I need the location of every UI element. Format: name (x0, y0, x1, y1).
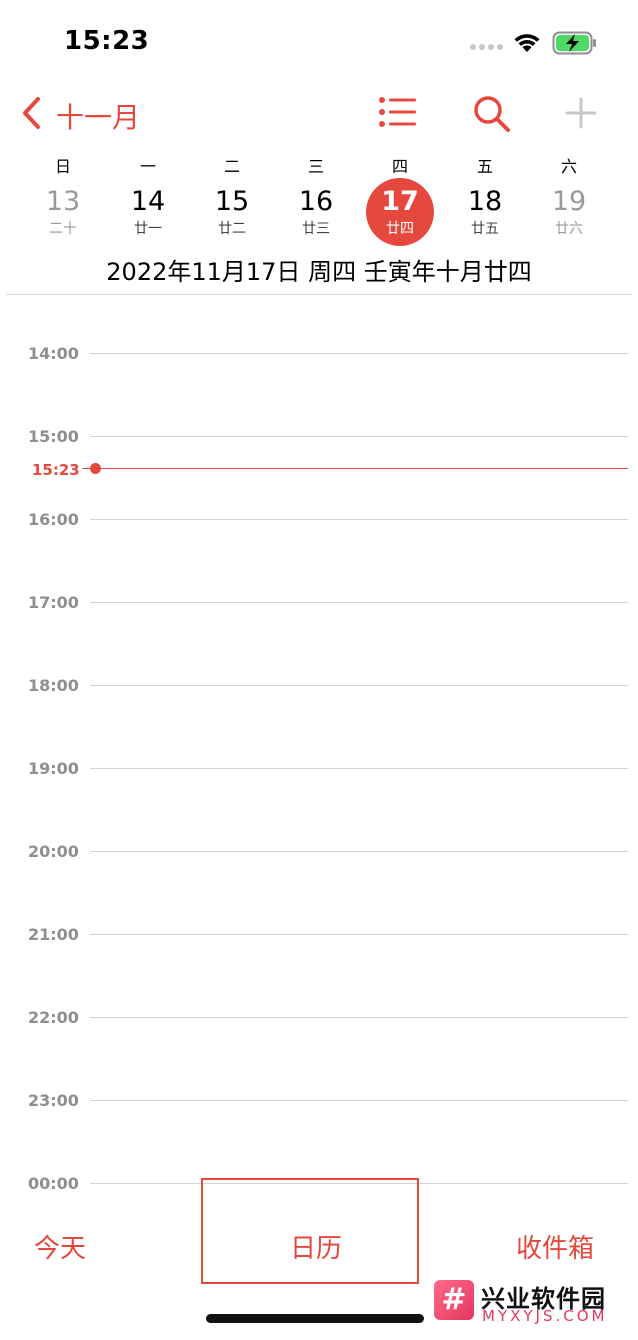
hour-gridline (90, 685, 628, 686)
hour-gridline (90, 519, 628, 520)
lunar-date: 廿六 (555, 221, 583, 237)
lunar-date: 二十 (49, 221, 77, 237)
lunar-date: 廿五 (471, 221, 499, 237)
hour-gridline (90, 1100, 628, 1101)
today-button[interactable]: 今天 (34, 1228, 86, 1265)
current-time-line (96, 468, 628, 469)
hour-label: 22:00 (28, 1008, 79, 1027)
watermark-logo: # (434, 1280, 474, 1320)
day-number: 14 (130, 186, 166, 217)
home-indicator[interactable] (206, 1314, 424, 1323)
hour-gridline (90, 768, 628, 769)
header-divider (6, 294, 632, 295)
weekday-label: 日 (54, 157, 71, 176)
lunar-date: 廿三 (302, 221, 330, 237)
hour-gridline (90, 1017, 628, 1018)
weekday-label: 六 (560, 157, 577, 176)
day-cell-16[interactable]: 16 廿三 (281, 178, 351, 246)
weekday-label: 一 (139, 157, 156, 176)
weekday-label: 四 (391, 157, 408, 176)
day-number: 13 (45, 186, 81, 217)
current-time-dot (90, 463, 101, 474)
hour-label: 00:00 (28, 1174, 79, 1193)
day-cell-14[interactable]: 14 廿一 (113, 178, 183, 246)
hour-gridline (90, 851, 628, 852)
hour-label: 18:00 (28, 676, 79, 695)
search-icon[interactable] (472, 94, 512, 138)
hour-gridline (90, 436, 628, 437)
status-time: 15:23 (64, 26, 150, 56)
hour-label: 16:00 (28, 510, 79, 529)
day-cell-15[interactable]: 15 廿二 (197, 178, 267, 246)
back-chevron-icon[interactable] (20, 96, 44, 134)
battery-charging-icon (552, 31, 598, 59)
lunar-date: 廿二 (218, 221, 246, 237)
current-time-label: 15:23 (32, 461, 80, 479)
hour-label: 21:00 (28, 925, 79, 944)
lunar-date: 廿四 (386, 221, 414, 237)
hour-label: 14:00 (28, 344, 79, 363)
lunar-date: 廿一 (134, 221, 162, 237)
weekday-label: 三 (307, 157, 324, 176)
hour-gridline (90, 353, 628, 354)
day-number: 15 (214, 186, 250, 217)
list-view-icon[interactable] (378, 96, 418, 132)
hour-gridline (90, 934, 628, 935)
day-number: 16 (298, 186, 334, 217)
weekday-label: 二 (223, 157, 240, 176)
full-date-label: 2022年11月17日 周四 壬寅年十月廿四 (106, 258, 532, 286)
day-number: 17 (381, 186, 419, 217)
hour-label: 15:00 (28, 427, 79, 446)
day-number: 18 (467, 186, 503, 217)
inbox-button[interactable]: 收件箱 (516, 1228, 594, 1265)
hour-label: 23:00 (28, 1091, 79, 1110)
hour-label: 17:00 (28, 593, 79, 612)
add-event-icon[interactable] (564, 96, 598, 134)
day-cell-18[interactable]: 18 廿五 (450, 178, 520, 246)
day-cell-13[interactable]: 13 二十 (28, 178, 98, 246)
wifi-icon (511, 30, 543, 58)
annotation-highlight-box (201, 1178, 419, 1284)
day-cell-17-selected[interactable]: 17 廿四 (366, 178, 434, 246)
hour-gridline (90, 602, 628, 603)
back-month-button[interactable]: 十一月 (56, 96, 140, 136)
day-number: 19 (551, 186, 587, 217)
hour-label: 19:00 (28, 759, 79, 778)
cellular-signal-icon (470, 44, 504, 50)
weekday-label: 五 (476, 157, 493, 176)
day-cell-19[interactable]: 19 廿六 (534, 178, 604, 246)
hour-label: 20:00 (28, 842, 79, 861)
watermark-subtitle: MYXYJS.COM (482, 1307, 608, 1325)
